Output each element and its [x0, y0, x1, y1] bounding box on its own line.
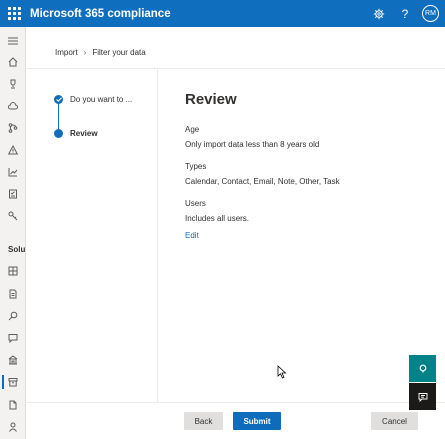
- step-connector: [58, 103, 59, 129]
- app-launcher-button[interactable]: [0, 0, 28, 27]
- step-item-1[interactable]: Do you want to ...: [54, 95, 132, 104]
- submit-button[interactable]: Submit: [233, 412, 281, 430]
- left-nav: Solu: [0, 27, 26, 439]
- step-label: Review: [70, 129, 98, 138]
- catalog-icon[interactable]: [6, 264, 20, 278]
- nav-section-solutions: Solu: [8, 245, 26, 254]
- review-section-users: Users Includes all users.: [185, 199, 425, 223]
- section-value: Includes all users.: [185, 214, 250, 223]
- trophy-icon[interactable]: [6, 77, 20, 91]
- archive-icon[interactable]: [6, 375, 20, 389]
- person-icon[interactable]: [6, 420, 20, 434]
- import-wizard-panel: Import › Filter your data Do you want to…: [27, 27, 445, 439]
- section-label: Types: [185, 162, 207, 171]
- breadcrumb-item-filter: Filter your data: [92, 48, 146, 57]
- mouse-cursor-icon: [277, 365, 287, 379]
- search-icon[interactable]: [6, 309, 20, 323]
- top-app-bar: Microsoft 365 compliance ? RM: [0, 0, 445, 27]
- back-button[interactable]: Back: [184, 412, 223, 430]
- flow-icon[interactable]: [6, 121, 20, 135]
- review-content: Review Age Only import data less than 8 …: [185, 91, 425, 240]
- feedback-icon: [418, 392, 427, 402]
- edit-link[interactable]: Edit: [185, 231, 425, 240]
- section-label: Users: [185, 199, 206, 208]
- feedback-button[interactable]: [409, 383, 436, 410]
- gear-icon[interactable]: [366, 0, 392, 27]
- nav-active-indicator: [2, 375, 4, 389]
- page-title: Review: [185, 91, 237, 108]
- home-icon[interactable]: [6, 55, 20, 69]
- section-value: Only import data less than 8 years old: [185, 140, 320, 149]
- step-label: Do you want to ...: [70, 95, 133, 104]
- step-item-2[interactable]: Review: [54, 129, 98, 138]
- assistant-icon: [419, 364, 426, 373]
- document-icon[interactable]: [6, 287, 20, 301]
- current-step-dot-icon: [54, 129, 63, 138]
- review-section-types: Types Calendar, Contact, Email, Note, Ot…: [185, 162, 425, 186]
- top-actions: ? RM: [366, 0, 445, 27]
- assistant-button[interactable]: [409, 355, 436, 382]
- alert-icon[interactable]: [6, 143, 20, 157]
- chat-icon[interactable]: [6, 331, 20, 345]
- wizard-steps: Do you want to ... Review: [27, 69, 158, 402]
- cloud-icon[interactable]: [6, 99, 20, 113]
- menu-icon[interactable]: [6, 34, 20, 48]
- footer-divider: [27, 402, 445, 403]
- key-icon[interactable]: [6, 209, 20, 223]
- review-section-age: Age Only import data less than 8 years o…: [185, 125, 425, 149]
- building-icon[interactable]: [6, 353, 20, 367]
- breadcrumb: Import › Filter your data: [55, 48, 146, 57]
- app-title[interactable]: Microsoft 365 compliance: [30, 8, 171, 20]
- section-label: Age: [185, 125, 200, 134]
- help-icon[interactable]: ?: [392, 0, 418, 27]
- file-icon[interactable]: [6, 398, 20, 412]
- chart-icon[interactable]: [6, 165, 20, 179]
- cancel-button[interactable]: Cancel: [371, 412, 418, 430]
- avatar[interactable]: RM: [422, 5, 439, 22]
- chevron-right-icon: ›: [83, 48, 87, 57]
- checklist-icon[interactable]: [6, 187, 20, 201]
- section-value: Calendar, Contact, Email, Note, Other, T…: [185, 177, 340, 186]
- breadcrumb-item-import[interactable]: Import: [55, 48, 78, 57]
- waffle-icon: [7, 7, 21, 20]
